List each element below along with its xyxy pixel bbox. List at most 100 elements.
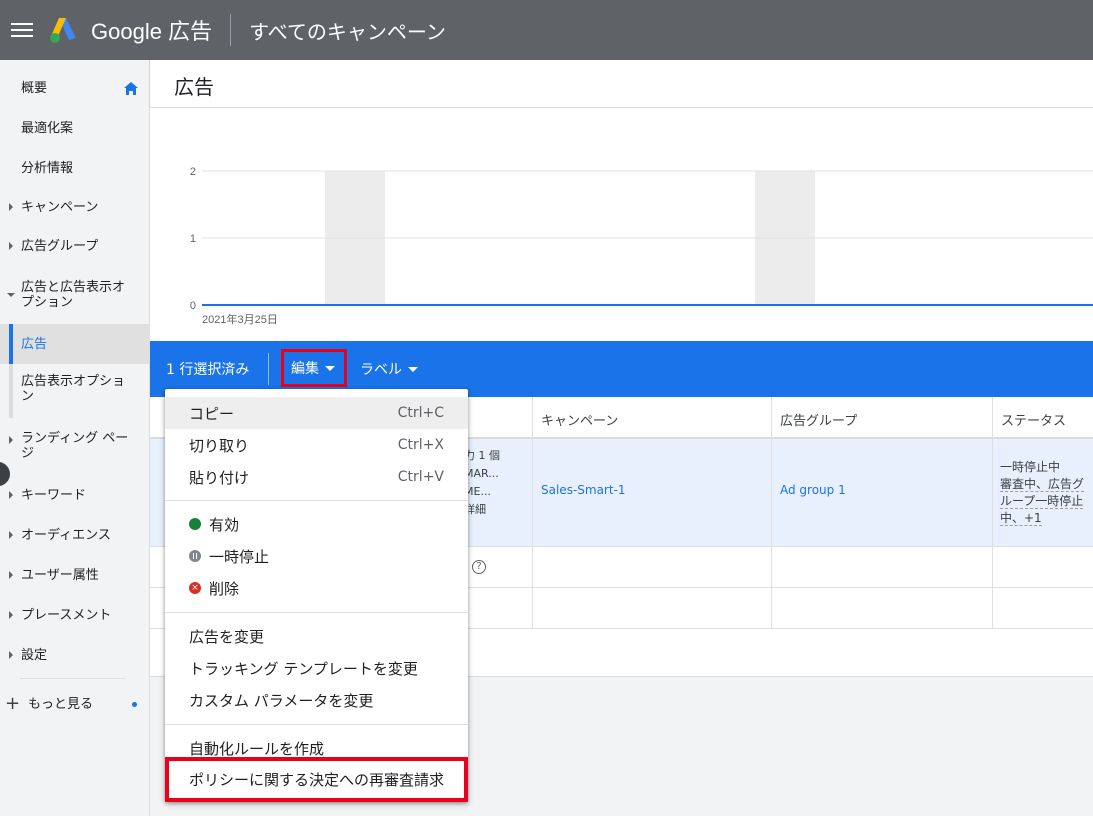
sidebar-item-ads[interactable]: 広告 [0,324,150,364]
status-cell[interactable]: 一時停止中 審査中、広告グ ループ一時停止 中、+1 [1000,459,1090,527]
menu-item-pause[interactable]: 一時停止 [165,540,468,572]
sidebar-item-label: プレースメント [21,607,112,623]
sidebar-item-label: 概要 [21,80,48,96]
menu-item-change-custom-parameters[interactable]: カスタム パラメータを変更 [165,684,468,716]
menu-item-label: 広告を変更 [189,627,265,646]
menu-divider [165,612,468,613]
menu-item-label: 自動化ルールを作成 [189,739,325,758]
shortcut-label: Ctrl+X [397,437,444,453]
remove-status-icon: × [189,582,201,594]
plus-icon: + [5,693,21,714]
chevron-down-icon [7,293,15,297]
y-tick-label: 0 [190,300,196,312]
menu-item-label: 切り取り [189,436,250,455]
menu-item-cut[interactable]: 切り取り Ctrl+X [165,429,468,461]
chevron-right-icon [9,611,13,619]
x-tick-label: 2021年3月25日 [202,312,278,326]
menu-item-paste[interactable]: 貼り付け Ctrl+V [165,461,468,493]
menu-item-label: 貼り付け [189,468,250,487]
chevron-right-icon [9,571,13,579]
ad-line: MAR... [464,467,499,480]
status-line: 審査中、広告グ [1000,477,1085,492]
campaign-link[interactable]: Sales-Smart-1 [541,483,626,497]
sidebar-item-label: 最適化案 [21,120,74,136]
action-divider [268,353,269,385]
menu-item-label: 削除 [209,579,240,598]
chevron-right-icon [9,203,13,211]
y-tick-label: 2 [190,166,196,178]
menu-item-change-ad[interactable]: 広告を変更 [165,620,468,652]
top-app-bar: Google 広告 すべてのキャンペーン [0,0,1093,60]
column-header-campaign[interactable]: キャンペーン [541,410,618,429]
status-line: 中、+1 [1000,511,1042,526]
chevron-right-icon [9,651,13,659]
chevron-right-icon [9,531,13,539]
caret-down-icon [325,365,335,371]
sidebar-item-settings[interactable]: 設定 [0,643,150,667]
menu-item-remove[interactable]: × 削除 [165,572,468,604]
column-divider [992,397,993,629]
campaign-scope-selector[interactable]: すべてのキャンペーン [249,16,446,45]
chart-svg: 2 1 0 2021年3月25日 [190,166,1093,326]
google-ads-logo-icon [50,18,76,43]
sidebar-item-audiences[interactable]: オーディエンス [0,523,150,547]
page-header: 広告 [150,60,1093,108]
caret-down-icon [408,366,418,372]
menu-divider [165,724,468,725]
page-title: 広告 [174,75,214,99]
sidebar-item-recommendations[interactable]: 最適化案 [0,116,150,140]
shortcut-label: Ctrl+C [397,405,444,421]
status-line: 一時停止中 [1000,460,1061,474]
ad-line: ME... [464,485,491,498]
menu-item-enable[interactable]: 有効 [165,508,468,540]
sidebar-item-label: キャンペーン [21,199,99,215]
sidebar-item-label: 分析情報 [21,160,74,176]
menu-item-label: コピー [189,404,235,423]
sidebar-item-label: オーディエンス [21,527,111,543]
menu-icon[interactable] [11,23,33,37]
sidebar-item-keywords[interactable]: キーワード [0,483,150,507]
sidebar-divider [20,678,125,679]
sidebar-more-button[interactable]: + もっと見る [0,692,150,716]
sidebar-item-demographics[interactable]: ユーザー属性 [0,563,150,587]
sidebar-item-ads-extensions[interactable]: 広告と広告表示オプション [0,278,150,312]
ad-details-link[interactable]: 詳細 [464,501,500,519]
help-icon[interactable]: ? [472,560,486,574]
shortcut-label: Ctrl+V [397,469,444,485]
status-line: ループ一時停止 [1000,494,1084,509]
menu-item-copy[interactable]: コピー Ctrl+C [165,397,468,429]
menu-item-policy-appeal[interactable]: ポリシーに関する決定への再審査請求 [165,757,468,802]
column-header-status[interactable]: ステータス [1001,410,1066,429]
sidebar-item-landing-pages[interactable]: ランディング ページ [0,429,150,463]
label-label: ラベル [360,362,402,378]
sidebar-item-ad-groups[interactable]: 広告グループ [0,234,150,258]
sidebar-item-overview[interactable]: 概要 [0,76,150,100]
chevron-right-icon [9,436,13,444]
ad-line: 力 1 個 [464,449,500,462]
edit-menu-button[interactable]: 編集 [281,349,347,387]
menu-item-change-tracking-template[interactable]: トラッキング テンプレートを変更 [165,652,468,684]
menu-item-label: ポリシーに関する決定への再審査請求 [189,771,445,789]
sidebar-item-placements[interactable]: プレースメント [0,603,150,627]
product-name[interactable]: Google 広告 [91,14,212,46]
adgroup-link[interactable]: Ad group 1 [780,483,846,497]
label-menu-button[interactable]: ラベル [360,359,418,379]
sidebar-item-label: 広告 [21,336,48,352]
performance-chart: 2 1 0 2021年3月25日 [150,108,1093,341]
header-divider [230,14,232,46]
sidebar-item-insights[interactable]: 分析情報 [0,156,150,180]
ad-preview: 力 1 個 MAR... ME... 詳細 [464,447,500,519]
notification-dot [132,701,137,707]
y-tick-label: 1 [190,233,196,245]
menu-divider [165,500,468,501]
sidebar-item-label: ユーザー属性 [21,567,99,583]
column-header-adgroup[interactable]: 広告グループ [780,410,857,429]
home-icon [124,81,138,95]
selected-count: 1 行選択済み [166,362,250,378]
sidebar-item-campaigns[interactable]: キャンペーン [0,195,150,219]
menu-item-label: 一時停止 [209,547,270,566]
sidebar-item-ad-extensions[interactable]: 広告表示オプション [0,364,150,418]
menu-item-label: トラッキング テンプレートを変更 [189,659,418,678]
sidebar-more-label: もっと見る [28,696,94,712]
sidebar-item-label: 広告グループ [21,238,99,254]
